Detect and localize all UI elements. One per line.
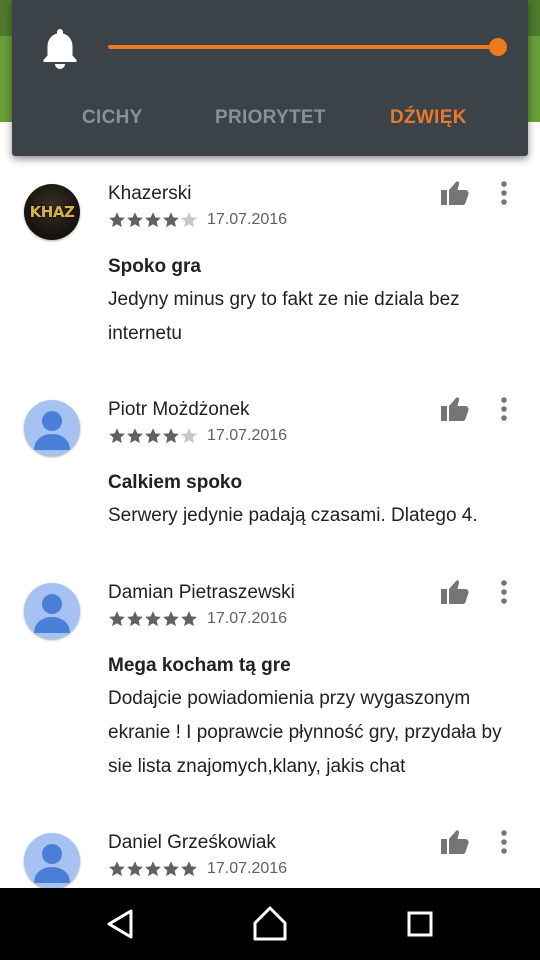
more-options-icon[interactable]: [494, 579, 514, 605]
rating-row: 17.07.2016: [108, 210, 287, 230]
star-filled-icon: [127, 428, 143, 444]
star-filled-icon: [109, 212, 125, 228]
tab-priorytet[interactable]: PRIORYTET: [215, 100, 326, 136]
reviews-list: KHAZ Khazerski 17.07.2016 Spoko gra Jedy…: [0, 156, 540, 888]
more-options-icon[interactable]: [494, 396, 514, 422]
star-rating: [108, 211, 198, 229]
star-filled-icon: [163, 212, 179, 228]
thumbs-up-icon[interactable]: [440, 396, 470, 422]
star-filled-icon: [109, 861, 125, 877]
star-filled-icon: [163, 428, 179, 444]
reviewer-name: Piotr Możdżonek: [108, 399, 250, 420]
reviewer-name: Damian Pietraszewski: [108, 582, 295, 603]
star-filled-icon: [163, 611, 179, 627]
star-filled-icon: [145, 861, 161, 877]
thumbs-up-icon[interactable]: [440, 579, 470, 605]
thumbs-up-icon[interactable]: [440, 829, 470, 855]
star-filled-icon: [109, 611, 125, 627]
recents-icon[interactable]: [398, 902, 442, 946]
star-empty-icon: [181, 428, 197, 444]
navigation-bar: [0, 888, 540, 960]
more-options-icon[interactable]: [494, 829, 514, 855]
star-filled-icon: [109, 428, 125, 444]
rating-row: 17.07.2016: [108, 859, 287, 879]
star-filled-icon: [181, 611, 197, 627]
review-body: Jedyny minus gry to fakt ze nie dziala b…: [108, 289, 460, 344]
more-options-icon[interactable]: [494, 180, 514, 206]
reviewer-name: Daniel Grześkowiak: [108, 832, 276, 853]
slider-fill: [108, 45, 498, 49]
star-rating: [108, 427, 198, 445]
volume-panel: CICHY PRIORYTET DŹWIĘK: [12, 0, 528, 156]
avatar: [24, 833, 80, 888]
bell-icon[interactable]: [40, 26, 80, 70]
star-filled-icon: [163, 861, 179, 877]
default-user-icon: [34, 594, 70, 633]
avatar-label: KHAZ: [29, 203, 75, 221]
avatar: KHAZ: [24, 184, 80, 240]
star-empty-icon: [181, 212, 197, 228]
rating-row: 17.07.2016: [108, 426, 287, 446]
default-user-icon: [34, 411, 70, 450]
star-filled-icon: [181, 861, 197, 877]
star-filled-icon: [127, 861, 143, 877]
review-date: 17.07.2016: [207, 860, 288, 877]
star-rating: [108, 610, 198, 628]
sound-mode-tabs: CICHY PRIORYTET DŹWIĘK: [12, 100, 528, 136]
slider-thumb[interactable]: [489, 38, 507, 56]
reviewer-name: Khazerski: [108, 183, 192, 204]
review-date: 17.07.2016: [207, 610, 288, 627]
avatar: [24, 400, 80, 456]
review-title: Calkiem spoko: [108, 472, 243, 493]
star-filled-icon: [145, 611, 161, 627]
review-body: Dodajcie powiadomienia przy wygaszonym e…: [108, 688, 502, 777]
home-icon[interactable]: [248, 902, 292, 946]
back-icon[interactable]: [98, 902, 142, 946]
star-filled-icon: [145, 428, 161, 444]
review-date: 17.07.2016: [207, 211, 288, 228]
star-rating: [108, 860, 198, 878]
review-date: 17.07.2016: [207, 427, 288, 444]
tab-cichy[interactable]: CICHY: [82, 100, 143, 136]
review-title: Spoko gra: [108, 256, 201, 277]
star-filled-icon: [145, 212, 161, 228]
review-body: Serwery jedynie padają czasami. Dlatego …: [108, 505, 478, 526]
default-user-icon: [34, 844, 70, 883]
star-filled-icon: [127, 611, 143, 627]
review-title: Mega kocham tą gre: [108, 655, 291, 676]
rating-row: 17.07.2016: [108, 609, 287, 629]
tab-dzwiek[interactable]: DŹWIĘK: [390, 100, 467, 136]
avatar: [24, 583, 80, 639]
volume-slider[interactable]: [108, 36, 507, 58]
thumbs-up-icon[interactable]: [440, 180, 470, 206]
star-filled-icon: [127, 212, 143, 228]
